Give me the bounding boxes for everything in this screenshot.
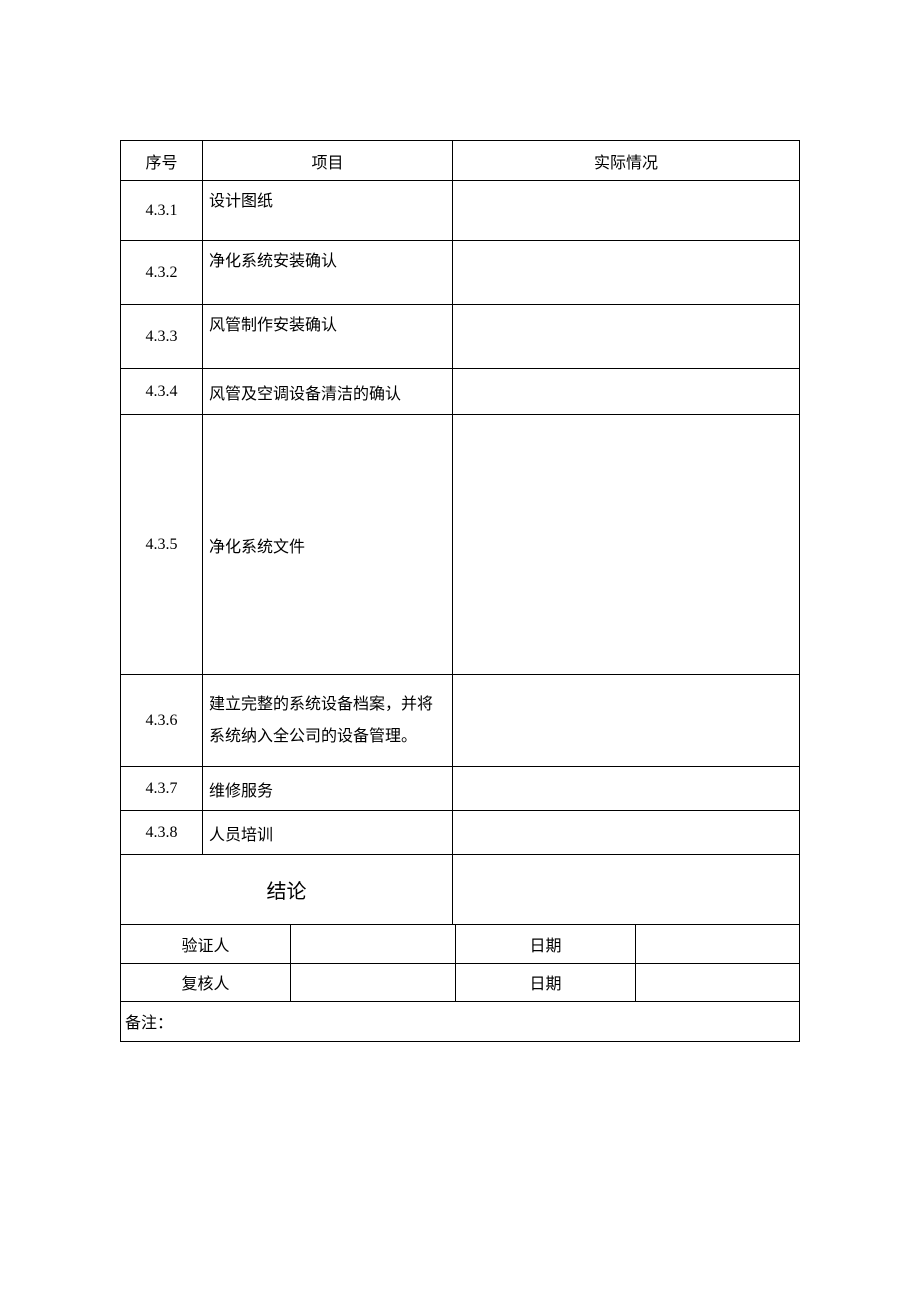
- signoff-table: 验证人 日期 复核人 日期 备注：: [120, 925, 800, 1042]
- header-seq: 序号: [121, 141, 203, 181]
- conclusion-row: 结论: [121, 855, 800, 925]
- verification-table: 序号 项目 实际情况 4.3.1 设计图纸 4.3.2 净化系统安装确认 4.3…: [120, 140, 800, 925]
- table-row: 4.3.1 设计图纸: [121, 181, 800, 241]
- actual-cell: [453, 369, 800, 415]
- item-cell: 风管及空调设备清洁的确认: [203, 369, 453, 415]
- verifier-label: 验证人: [121, 925, 291, 963]
- item-cell: 维修服务: [203, 767, 453, 811]
- reviewer-date-value: [636, 963, 800, 1001]
- seq-cell: 4.3.3: [121, 305, 203, 369]
- verifier-date-value: [636, 925, 800, 963]
- table-row: 4.3.6 建立完整的系统设备档案，并将系统纳入全公司的设备管理。: [121, 675, 800, 767]
- item-cell: 人员培训: [203, 811, 453, 855]
- seq-cell: 4.3.6: [121, 675, 203, 767]
- table-row: 4.3.8 人员培训: [121, 811, 800, 855]
- item-cell: 风管制作安装确认: [203, 305, 453, 369]
- header-item: 项目: [203, 141, 453, 181]
- verifier-row: 验证人 日期: [121, 925, 800, 963]
- note-cell: 备注：: [121, 1001, 800, 1041]
- actual-cell: [453, 181, 800, 241]
- actual-cell: [453, 241, 800, 305]
- actual-cell: [453, 811, 800, 855]
- note-label: 备注：: [125, 1015, 173, 1032]
- table-header-row: 序号 项目 实际情况: [121, 141, 800, 181]
- actual-cell: [453, 415, 800, 675]
- item-cell: 设计图纸: [203, 181, 453, 241]
- seq-cell: 4.3.5: [121, 415, 203, 675]
- table-row: 4.3.2 净化系统安装确认: [121, 241, 800, 305]
- header-actual: 实际情况: [453, 141, 800, 181]
- seq-cell: 4.3.8: [121, 811, 203, 855]
- item-cell: 净化系统文件: [203, 415, 453, 675]
- item-cell: 净化系统安装确认: [203, 241, 453, 305]
- reviewer-date-label: 日期: [456, 963, 636, 1001]
- verifier-date-label: 日期: [456, 925, 636, 963]
- reviewer-row: 复核人 日期: [121, 963, 800, 1001]
- verifier-value: [291, 925, 456, 963]
- actual-cell: [453, 675, 800, 767]
- conclusion-label: 结论: [121, 855, 453, 925]
- table-row: 4.3.3 风管制作安装确认: [121, 305, 800, 369]
- table-row: 4.3.4 风管及空调设备清洁的确认: [121, 369, 800, 415]
- seq-cell: 4.3.7: [121, 767, 203, 811]
- table-row: 4.3.7 维修服务: [121, 767, 800, 811]
- reviewer-value: [291, 963, 456, 1001]
- reviewer-label: 复核人: [121, 963, 291, 1001]
- actual-cell: [453, 767, 800, 811]
- seq-cell: 4.3.1: [121, 181, 203, 241]
- table-row: 4.3.5 净化系统文件: [121, 415, 800, 675]
- seq-cell: 4.3.4: [121, 369, 203, 415]
- actual-cell: [453, 305, 800, 369]
- note-row: 备注：: [121, 1001, 800, 1041]
- conclusion-value: [453, 855, 800, 925]
- item-cell: 建立完整的系统设备档案，并将系统纳入全公司的设备管理。: [203, 675, 453, 767]
- seq-cell: 4.3.2: [121, 241, 203, 305]
